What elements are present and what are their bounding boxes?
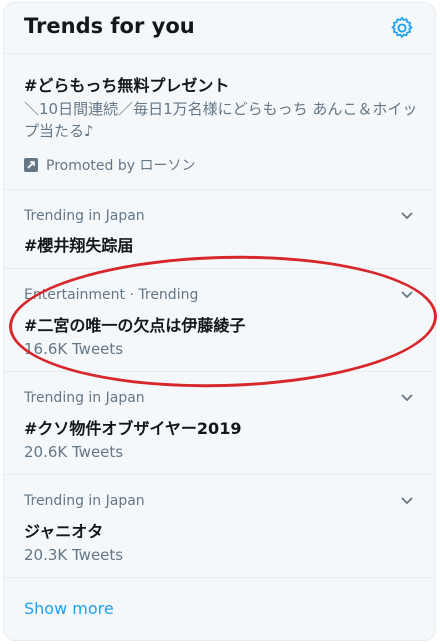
promoted-label: Promoted by ローソン (24, 155, 195, 175)
trend-tweet-count: 16.6K Tweets (24, 340, 124, 358)
trend-name: #クソ物件オブザイヤー2019 (24, 419, 242, 438)
trend-item[interactable]: Entertainment · Trending #二宮の唯一の欠点は伊藤綾子 … (4, 269, 435, 372)
trend-name: ジャニオタ (24, 522, 104, 541)
trends-header: Trends for you (4, 3, 435, 54)
trend-context: Trending in Japan (24, 208, 145, 224)
promoted-trend-description: ＼10日間連続／毎日1万名様にどらもっち あんこ＆ホイップ当たる♪ (24, 100, 418, 140)
promoted-trend-name: #どらもっち無料プレゼント (24, 76, 230, 95)
trend-name: #櫻井翔失踪届 (24, 236, 134, 255)
trend-name: #二宮の唯一の欠点は伊藤綾子 (24, 316, 246, 335)
promoted-label-text: Promoted by ローソン (46, 158, 196, 174)
promoted-trend[interactable]: #どらもっち無料プレゼント ＼10日間連続／毎日1万名様にどらもっち あんこ＆ホ… (4, 54, 435, 190)
show-more-link[interactable]: Show more (24, 599, 114, 618)
trend-context: Entertainment · Trending (24, 287, 199, 303)
gear-icon[interactable] (389, 15, 415, 41)
chevron-down-icon[interactable] (399, 210, 415, 222)
trend-context: Trending in Japan (24, 390, 145, 406)
promoted-icon (24, 158, 38, 172)
trend-item[interactable]: Trending in Japan ジャニオタ 20.3K Tweets (4, 475, 435, 578)
trend-item[interactable]: Trending in Japan #櫻井翔失踪届 (4, 190, 435, 269)
trend-tweet-count: 20.3K Tweets (24, 546, 124, 564)
trend-context: Trending in Japan (24, 493, 145, 509)
chevron-down-icon[interactable] (399, 392, 415, 404)
trend-tweet-count: 20.6K Tweets (24, 443, 124, 461)
chevron-down-icon[interactable] (399, 289, 415, 301)
trend-item[interactable]: Trending in Japan #クソ物件オブザイヤー2019 20.6K … (4, 372, 435, 475)
trends-title: Trends for you (24, 14, 195, 38)
trends-card: Trends for you #どらもっち無料プレゼント ＼10日間連続／毎日1… (3, 2, 436, 641)
chevron-down-icon[interactable] (399, 495, 415, 507)
